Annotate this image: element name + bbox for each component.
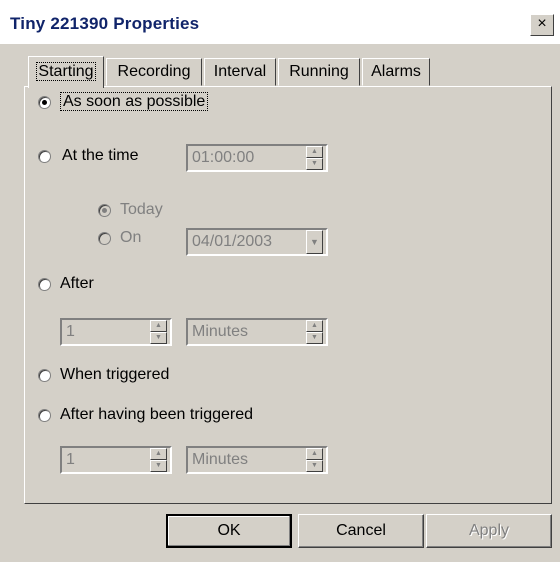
today-radio[interactable]: [98, 204, 111, 217]
asap-radio[interactable]: [38, 96, 51, 109]
ok-button[interactable]: OK: [166, 514, 292, 548]
at-time-label[interactable]: At the time: [62, 147, 138, 165]
after-label[interactable]: After: [60, 275, 94, 293]
after-triggered-unit: Minutes: [192, 451, 249, 468]
on-radio[interactable]: [98, 232, 111, 245]
after-triggered-label[interactable]: After having been triggered: [60, 406, 253, 424]
tab-label: Recording: [117, 63, 191, 80]
when-triggered-radio[interactable]: [38, 369, 51, 382]
after-radio[interactable]: [38, 278, 51, 291]
tab-alarms[interactable]: Alarms: [362, 58, 430, 86]
after-triggered-value-spinner[interactable]: ▲ ▼: [150, 448, 167, 472]
radio-selected-dot: [102, 208, 107, 213]
cancel-button[interactable]: Cancel: [298, 514, 424, 548]
today-label[interactable]: Today: [120, 201, 163, 219]
after-unit-spinner[interactable]: ▲ ▼: [306, 320, 323, 344]
tab-label: Starting: [36, 62, 96, 81]
after-unit: Minutes: [192, 323, 249, 340]
on-label[interactable]: On: [120, 229, 141, 247]
tab-running[interactable]: Running: [278, 58, 360, 86]
close-icon: ×: [537, 15, 547, 32]
spin-down-icon[interactable]: ▼: [306, 332, 323, 344]
when-triggered-label[interactable]: When triggered: [60, 366, 169, 384]
tab-label: Interval: [213, 63, 267, 80]
chevron-down-icon[interactable]: ▼: [306, 230, 323, 254]
after-triggered-radio[interactable]: [38, 409, 51, 422]
tab-starting[interactable]: Starting: [28, 56, 104, 88]
spin-up-icon[interactable]: ▲: [306, 320, 323, 332]
spin-down-icon[interactable]: ▼: [150, 460, 167, 472]
tab-label: Alarms: [371, 63, 421, 80]
after-triggered-unit-spinner[interactable]: ▲ ▼: [306, 448, 323, 472]
spin-up-icon[interactable]: ▲: [150, 448, 167, 460]
spin-down-icon[interactable]: ▼: [306, 158, 323, 170]
close-button[interactable]: ×: [530, 14, 554, 36]
spin-up-icon[interactable]: ▲: [150, 320, 167, 332]
after-triggered-value: 1: [66, 451, 75, 468]
after-value: 1: [66, 323, 75, 340]
at-time-value: 01:00:00: [192, 149, 255, 166]
dialog-title: Tiny 221390 Properties: [10, 14, 200, 33]
properties-dialog: Tiny 221390 Properties × Starting Record…: [0, 0, 560, 562]
at-time-spinner[interactable]: ▲ ▼: [306, 146, 323, 170]
spin-up-icon[interactable]: ▲: [306, 146, 323, 158]
asap-label[interactable]: As soon as possible: [60, 92, 209, 111]
spin-down-icon[interactable]: ▼: [150, 332, 167, 344]
radio-selected-dot: [42, 100, 47, 105]
tab-label: Running: [289, 63, 349, 80]
tab-interval[interactable]: Interval: [204, 58, 276, 86]
spin-up-icon[interactable]: ▲: [306, 448, 323, 460]
apply-button[interactable]: Apply: [426, 514, 552, 548]
spin-down-icon[interactable]: ▼: [306, 460, 323, 472]
after-value-spinner[interactable]: ▲ ▼: [150, 320, 167, 344]
title-bar: Tiny 221390 Properties ×: [0, 0, 560, 44]
on-date-value: 04/01/2003: [192, 233, 273, 250]
at-time-radio[interactable]: [38, 150, 51, 163]
tab-recording[interactable]: Recording: [106, 58, 202, 86]
